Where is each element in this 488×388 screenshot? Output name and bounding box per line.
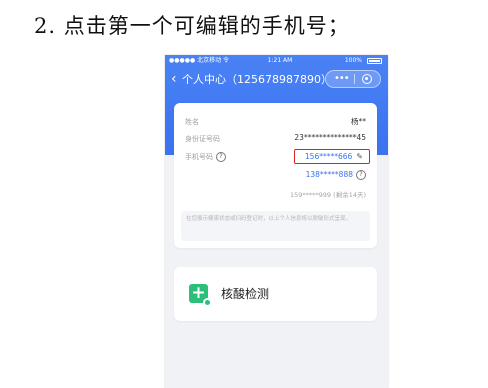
name-value: 杨**	[351, 117, 366, 126]
name-label: 姓名	[185, 118, 199, 126]
status-time: 1:21 AM	[267, 57, 293, 64]
instruction-text: 2. 点击第一个可编辑的手机号；	[34, 14, 350, 38]
miniapp-capsule: •••	[325, 70, 381, 88]
id-label: 身份证号码	[185, 135, 220, 143]
nav-bar: ‹ 个人中心（125678987890） •••	[165, 69, 388, 91]
highlight-box	[294, 149, 370, 164]
phone-number-2: 138*****888	[305, 170, 353, 179]
personal-info-card: 姓名 杨** 身份证号码 23**************45 手机号码? 15…	[174, 103, 377, 248]
back-icon[interactable]: ‹	[171, 71, 177, 87]
phone-label-text: 手机号码	[185, 153, 213, 161]
phone-number-row-3: 159*****999 (剩余14天)	[290, 189, 366, 199]
capsule-divider	[354, 74, 355, 84]
phone-label: 手机号码?	[185, 152, 226, 162]
phone-number-3: 159*****999	[290, 191, 332, 199]
help-icon[interactable]: ?	[356, 170, 366, 180]
status-bar: ●●●●● 北京移动 令 1:21 AM 100%	[165, 55, 388, 67]
carrier-text: ●●●●● 北京移动 令	[169, 57, 229, 64]
battery-icon	[367, 58, 382, 64]
help-icon[interactable]: ?	[216, 152, 226, 162]
nucleic-test-icon: +	[189, 284, 212, 307]
phone-number-row-2: 138*****888?	[306, 170, 366, 180]
close-icon[interactable]	[362, 74, 372, 84]
more-icon[interactable]: •••	[334, 71, 350, 87]
privacy-notice: 在您展示健康状态或扫码登记时，以上个人信息将以脱敏形式呈现。	[181, 211, 370, 241]
phone-screenshot: ●●●●● 北京移动 令 1:21 AM 100% ‹ 个人中心（1256789…	[165, 55, 388, 388]
phone-number-3-note: (剩余14天)	[333, 191, 366, 199]
nucleic-test-card[interactable]: + 核酸检测	[174, 267, 377, 321]
page-title: 个人中心（125678987890）	[182, 73, 332, 86]
nucleic-test-label: 核酸检测	[221, 287, 270, 301]
id-value: 23**************45	[294, 133, 366, 142]
battery-percent: 100%	[344, 57, 362, 64]
